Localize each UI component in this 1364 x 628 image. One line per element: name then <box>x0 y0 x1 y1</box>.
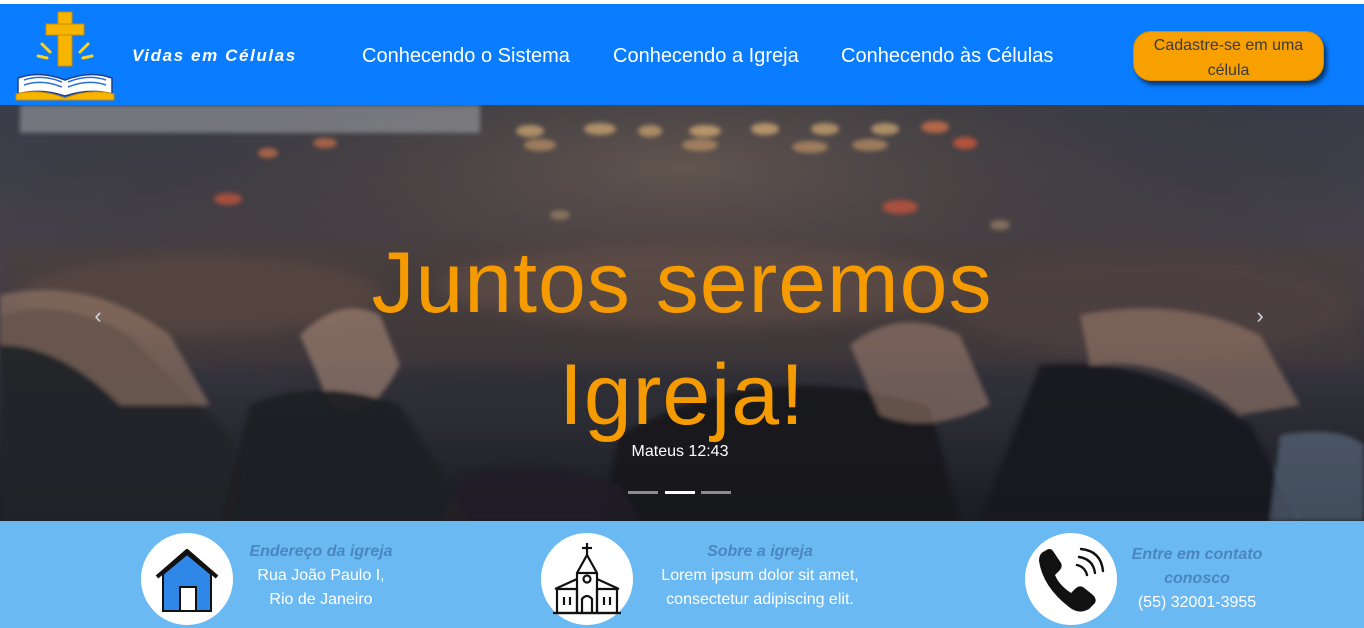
address-line-2: Rio de Janeiro <box>269 591 373 608</box>
about-line-2: consectetur adipiscing elit. <box>666 591 854 608</box>
chevron-right-icon[interactable]: › <box>1250 303 1270 328</box>
hero-subtitle: Mateus 12:43 <box>631 443 729 460</box>
carousel-indicator-1[interactable] <box>628 491 658 494</box>
contact-title: Entre em contato conosco <box>1131 546 1263 587</box>
nav-link-sistema[interactable]: Conhecendo o Sistema <box>362 45 570 68</box>
phone-icon[interactable] <box>1035 543 1107 615</box>
contact-icon-circle <box>1025 533 1117 625</box>
church-icon <box>553 543 621 615</box>
carousel-indicator-3[interactable] <box>701 491 731 494</box>
house-icon <box>155 549 219 612</box>
about-title: Sobre a igreja <box>707 543 813 560</box>
nav-link-igreja[interactable]: Conhecendo a Igreja <box>613 45 799 68</box>
navbar: Vidas em Células Conhecendo o Sistema Co… <box>0 4 1364 105</box>
brand-name[interactable]: Vidas em Células <box>132 46 297 66</box>
register-cell-button[interactable]: Cadastre-se em uma célula <box>1133 31 1324 81</box>
about-line-1: Lorem ipsum dolor sit amet, <box>661 567 859 584</box>
address-line-1: Rua João Paulo I, <box>257 567 385 584</box>
cross-bible-logo-icon[interactable] <box>14 8 116 104</box>
hero-title: Juntos seremos Igreja! <box>371 235 993 443</box>
carousel-indicator-2[interactable] <box>665 491 695 494</box>
carousel-indicators <box>628 491 738 495</box>
contact-phone[interactable]: (55) 32001-3955 <box>1107 591 1287 615</box>
nav-link-celulas[interactable]: Conhecendo às Células <box>841 45 1053 68</box>
hero-carousel: ‹ › Juntos seremos Igreja! Mateus 12:43 <box>0 105 1364 521</box>
address-icon-circle <box>141 533 233 625</box>
chevron-left-icon[interactable]: ‹ <box>88 303 108 328</box>
info-bar: Endereço da igreja Rua João Paulo I, Rio… <box>0 521 1364 628</box>
address-title: Endereço da igreja <box>249 543 393 560</box>
